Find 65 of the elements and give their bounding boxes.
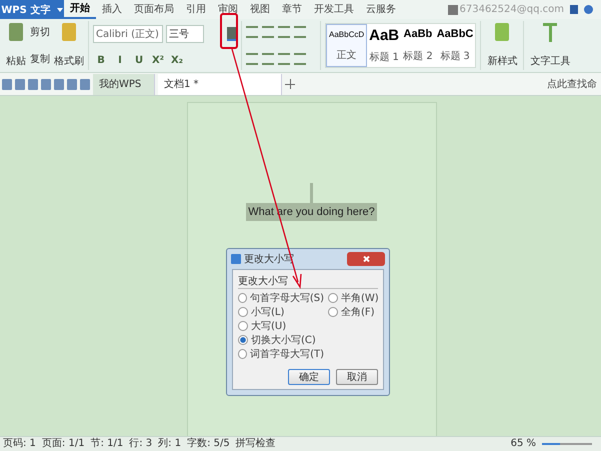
status-item: 行: 3 [129, 437, 152, 451]
cancel-button[interactable]: 取消 [336, 369, 378, 385]
status-item: 列: 1 [158, 437, 182, 451]
format-button[interactable]: X² [150, 55, 166, 66]
paragraph-icon[interactable] [246, 52, 258, 65]
radio-button[interactable] [238, 348, 248, 358]
radio-button[interactable] [238, 320, 248, 330]
font-name-field[interactable]: Calibri (正文) [93, 25, 163, 43]
highlight-box [220, 13, 238, 49]
caret-icon [56, 8, 63, 12]
option-label[interactable]: 大写(U) [251, 318, 286, 332]
format-button[interactable]: I [112, 55, 128, 66]
option-label[interactable]: 半角(W) [341, 290, 379, 304]
style-preset[interactable]: AaBb 标题 2 [401, 24, 435, 67]
text-tools-button[interactable]: 文字工具 [530, 54, 570, 68]
zoom-reading: 65 % [510, 437, 536, 451]
font-size-field[interactable]: 三号 [166, 25, 204, 43]
radio-button[interactable] [328, 292, 338, 302]
ribbon-tab[interactable]: 页面布局 [128, 0, 180, 19]
ribbon-tab[interactable]: 开发工具 [308, 0, 360, 19]
status-item: 拼写检查 [236, 437, 276, 451]
option-label[interactable]: 全角(F) [341, 304, 375, 318]
style-preset[interactable]: AaB 标题 1 [367, 24, 402, 67]
ribbon-tab[interactable]: 章节 [276, 0, 308, 19]
paragraph-icon[interactable] [294, 52, 306, 65]
group-label: 更改大小写 [238, 274, 378, 289]
radio-button[interactable] [328, 306, 338, 316]
radio-button[interactable] [238, 306, 248, 316]
app-menu-button[interactable]: WPS 文字 [0, 0, 64, 19]
ribbon-tab[interactable]: 引用 [180, 0, 212, 19]
paste-button[interactable]: 粘贴 [6, 54, 26, 68]
copy-button[interactable]: 复制 [30, 52, 50, 66]
option-label[interactable]: 切换大小写(C) [251, 332, 316, 346]
status-item: 页码: 1 [3, 437, 36, 451]
radio-button[interactable] [238, 334, 248, 344]
ok-button[interactable]: 确定 [288, 369, 330, 385]
format-painter-button[interactable]: 格式刷 [54, 54, 84, 68]
cut-button[interactable]: 剪切 [30, 25, 50, 39]
ribbon-tab[interactable]: 插入 [96, 0, 128, 19]
ribbon-tab[interactable]: 视图 [244, 0, 276, 19]
format-button[interactable]: X₂ [169, 55, 185, 66]
radio-button[interactable] [238, 292, 247, 302]
paragraph-icon[interactable] [246, 26, 258, 38]
close-button[interactable] [347, 252, 385, 266]
status-item: 页面: 1/1 [42, 437, 85, 451]
option-label[interactable]: 小写(L) [251, 304, 284, 318]
document-tab[interactable]: 我的WPS [93, 74, 155, 94]
paragraph-icon[interactable] [278, 52, 290, 65]
paragraph-icon[interactable] [294, 26, 306, 38]
paragraph-icon[interactable] [262, 26, 274, 38]
style-preset[interactable]: AaBbCcD 正文 [326, 24, 368, 67]
option-label[interactable]: 词首字母大写(T) [250, 346, 324, 360]
status-item: 字数: 5/5 [187, 437, 230, 451]
document-tab[interactable]: 文档1 * [158, 74, 282, 94]
new-style-button[interactable]: 新样式 [487, 54, 518, 68]
ribbon-tab[interactable]: 审阅 [212, 0, 244, 19]
format-button[interactable]: U [131, 55, 147, 66]
style-preset[interactable]: AaBbC 标题 3 [434, 24, 476, 67]
search-field[interactable]: 点此查找命 [541, 77, 601, 91]
status-item: 节: 1/1 [90, 437, 124, 451]
format-button[interactable]: B [93, 55, 109, 66]
paragraph-icon[interactable] [278, 26, 290, 38]
option-label[interactable]: 句首字母大写(S) [250, 290, 324, 304]
paragraph-icon[interactable] [262, 52, 274, 65]
ribbon-tab[interactable]: 云服务 [360, 0, 402, 19]
